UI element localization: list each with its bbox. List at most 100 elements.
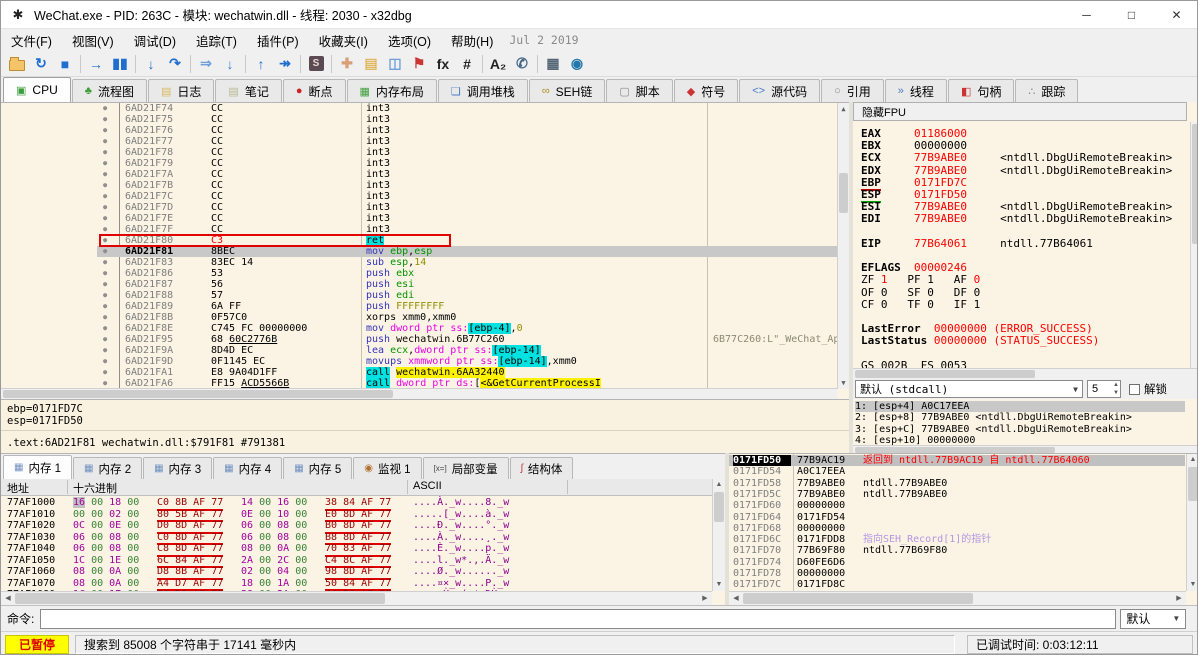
step-into-icon[interactable]: ↓ [139,53,163,75]
dump-tab-内存 5[interactable]: ▦内存 5 [283,457,352,479]
tab-跟踪[interactable]: ∴跟踪 [1015,79,1078,102]
run-icon[interactable]: → [84,53,108,75]
breakpoint-bullet-icon[interactable]: ● [103,202,107,213]
disasm-row[interactable]: ●6AD21F76CCint3 [1,125,837,136]
tab-断点[interactable]: ●断点 [283,79,346,102]
stack-row[interactable]: 0171FD5877B9ABE0ntdll.77B9ABE0 [729,478,1185,489]
tab-CPU[interactable]: ▣CPU [3,77,71,102]
stack-vscrollbar[interactable]: ▲▼ [1186,454,1198,591]
spinner-arrows-icon[interactable]: ▲▼ [1113,381,1119,397]
disasm-row[interactable]: ●6AD21F7ACCint3 [1,169,837,180]
breakpoint-bullet-icon[interactable]: ● [103,268,107,279]
disasm-row[interactable]: ●6AD21F818BECmov ebp,esp [1,246,837,257]
breakpoint-bullet-icon[interactable]: ● [103,279,107,290]
tab-线程[interactable]: »线程 [885,79,947,102]
breakpoint-bullet-icon[interactable]: ● [103,367,107,378]
disasm-row[interactable]: ●6AD21F9A8D4D EClea ecx,dword ptr ss:[eb… [1,345,837,356]
modules-icon[interactable]: ✆ [510,53,534,75]
unlock-checkbox[interactable] [1129,384,1140,395]
dump-tab-内存 2[interactable]: ▦内存 2 [73,457,142,479]
disasm-row[interactable]: ●6AD21F77CCint3 [1,136,837,147]
breakpoint-bullet-icon[interactable]: ● [103,213,107,224]
breakpoint-bullet-icon[interactable]: ● [103,180,107,191]
register-line[interactable]: ECX 77B9ABE0 <ntdll.DbgUiRemoteBreakin> [861,152,1172,164]
register-line[interactable]: LastStatus 00000000 (STATUS_SUCCESS) [861,335,1099,347]
command-profile-select[interactable]: 默认▼ [1120,609,1186,629]
argument-count-stepper[interactable]: 5 ▲▼ [1087,380,1121,398]
dump-tab-监视 1[interactable]: ◉监视 1 [353,457,421,479]
disasm-row[interactable]: ●6AD21F7CCCint3 [1,191,837,202]
disasm-row[interactable]: ●6AD21F7ECCint3 [1,213,837,224]
breakpoint-bullet-icon[interactable]: ● [103,246,107,257]
dump-tab-内存 3[interactable]: ▦内存 3 [143,457,212,479]
register-line[interactable]: OF 0 SF 0 DF 0 [861,287,980,299]
registers-hscrollbar[interactable] [853,368,1198,379]
argument-row[interactable]: 3: [esp+C] 77B9ABE0 <ntdll.DbgUiRemoteBr… [855,424,1185,435]
execute-till-return-icon[interactable]: ↑ [249,53,273,75]
registers-vscrollbar[interactable] [1190,122,1198,368]
labels-icon[interactable]: ◫ [383,53,407,75]
stack-row[interactable]: 0171FD6C0171FDD8指向SEH_Record[1]的指针 [729,534,1185,545]
run-to-user-code-icon[interactable]: ↠ [273,53,297,75]
tab-脚本[interactable]: ▢脚本 [606,79,672,102]
tab-句柄[interactable]: ◧句柄 [948,79,1014,102]
menu-item-1[interactable]: 视图(V) [62,29,124,52]
dump-tab-内存 1[interactable]: ▦内存 1 [3,455,72,479]
dump-tab-内存 4[interactable]: ▦内存 4 [213,457,282,479]
trace-into-icon[interactable]: ⇒ [194,53,218,75]
disasm-row[interactable]: ●6AD21F9D0F1145 ECmovups xmmword ptr ss:… [1,356,837,367]
breakpoint-bullet-icon[interactable]: ● [103,345,107,356]
calls-icon[interactable]: # [455,53,479,75]
menu-item-4[interactable]: 插件(P) [247,29,309,52]
breakpoint-bullet-icon[interactable]: ● [103,125,107,136]
comments-icon[interactable]: ▤ [359,53,383,75]
disasm-row[interactable]: ●6AD21F8EC745 FC 00000000mov dword ptr s… [1,323,837,334]
disasm-hscrollbar[interactable] [1,388,837,399]
register-line[interactable]: EFLAGS 00000246 [861,262,967,274]
breakpoint-bullet-icon[interactable]: ● [103,356,107,367]
breakpoint-bullet-icon[interactable]: ● [103,114,107,125]
stack-row[interactable]: 0171FD7800000000 [729,568,1185,579]
tab-调用堆栈[interactable]: ❏调用堆栈 [438,79,528,102]
breakpoint-bullet-icon[interactable]: ● [103,334,107,345]
breakpoint-bullet-icon[interactable]: ● [103,312,107,323]
register-line[interactable]: EDI 77B9ABE0 <ntdll.DbgUiRemoteBreakin> [861,213,1172,225]
breakpoint-bullet-icon[interactable]: ● [103,323,107,334]
tab-流程图[interactable]: ♣流程图 [72,79,147,102]
dump-vscrollbar[interactable]: ▲▼ [712,479,725,591]
breakpoint-bullet-icon[interactable]: ● [103,136,107,147]
command-input[interactable] [40,609,1116,629]
register-line[interactable]: CF 0 TF 0 IF 1 [861,299,980,311]
disasm-row[interactable]: ●6AD21F7BCCint3 [1,180,837,191]
stop-icon[interactable]: ■ [53,53,77,75]
pause-icon[interactable]: ▮▮ [108,53,132,75]
disassembly-pane[interactable]: ●6AD21F74CCint3●6AD21F75CCint3●6AD21F76C… [1,102,849,399]
breakpoint-bullet-icon[interactable]: ● [103,191,107,202]
register-line[interactable]: ESP 0171FD50 [861,189,967,201]
functions-icon[interactable]: fx [431,53,455,75]
register-line[interactable]: ESI 77B9ABE0 <ntdll.DbgUiRemoteBreakin> [861,201,1172,213]
dump-tab-局部变量[interactable]: [x=]局部变量 [423,457,509,479]
stack-row[interactable]: 0171FD7077B69F80ntdll.77B69F80 [729,545,1185,556]
menu-item-2[interactable]: 调试(D) [124,29,186,52]
stack-row[interactable]: 0171FD640171FD54 [729,512,1185,523]
breakpoint-bullet-icon[interactable]: ● [103,147,107,158]
step-over-icon[interactable]: ↷ [163,53,187,75]
registers-pane[interactable]: 隐藏FPU EAX 01186000EBX 00000000ECX 77B9AB… [853,102,1198,453]
minimize-button[interactable]: ─ [1064,1,1109,29]
open-file-icon[interactable] [5,53,29,75]
stack-hscrollbar[interactable]: ◀ ▶ [729,591,1186,605]
restart-icon[interactable]: ↻ [29,53,53,75]
tab-笔记[interactable]: ▤笔记 [215,79,281,102]
disasm-row[interactable]: ●6AD21FA1E8 9A04D1FFcall wechatwin.6AA32… [1,367,837,378]
menu-item-3[interactable]: 追踪(T) [186,29,247,52]
disasm-row[interactable]: ●6AD21F79CCint3 [1,158,837,169]
stack-row[interactable]: 0171FD7C0171FD8C [729,579,1185,590]
argument-row[interactable]: 2: [esp+8] 77B9ABE0 <ntdll.DbgUiRemoteBr… [855,412,1185,423]
tab-源代码[interactable]: <>源代码 [739,79,820,102]
register-line[interactable]: ZF 1 PF 1 AF 0 [861,274,980,286]
stack-row[interactable]: 0171FD6800000000 [729,523,1185,534]
menu-item-5[interactable]: 收藏夹(I) [309,29,378,52]
disasm-row[interactable]: ●6AD21F74CCint3 [1,103,837,114]
stack-row[interactable]: 0171FD54A0C17EEA [729,466,1185,477]
